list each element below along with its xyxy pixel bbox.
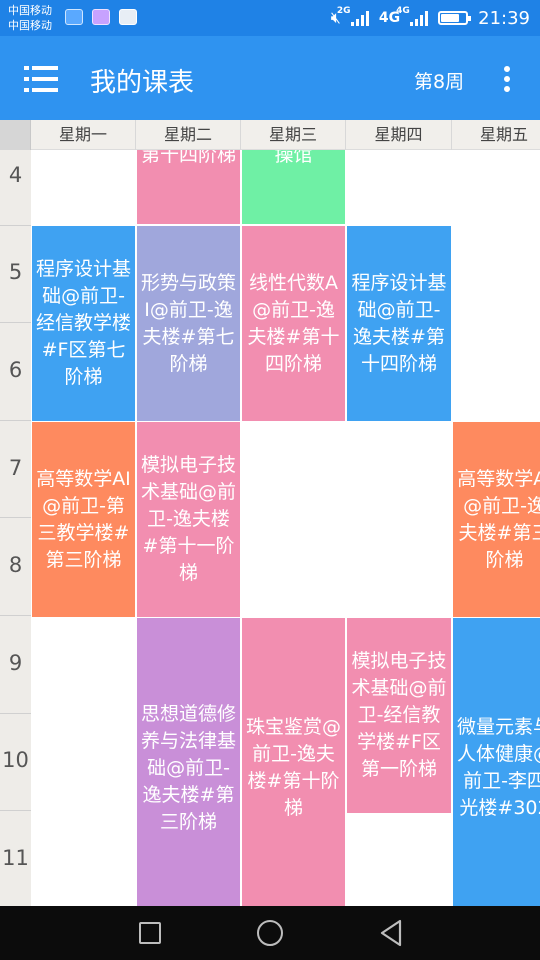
course-block[interactable]: 操馆 xyxy=(242,150,345,224)
period-number: 8 xyxy=(8,553,23,578)
timetable-board[interactable]: 第十四阶梯 操馆程序设计基础@前卫-经信教学楼#F区第七阶梯 形势与政策I@前卫-逸… xyxy=(31,150,540,906)
course-block[interactable]: 高等数学AI@前卫-第三教学楼#第三阶梯 xyxy=(32,422,135,617)
more-vert-icon[interactable] xyxy=(500,64,514,94)
battery-icon xyxy=(438,11,472,25)
weekday-label: 星期三 xyxy=(241,120,346,150)
course-block[interactable]: 高等数学AI@前卫-逸夫楼#第三阶梯 xyxy=(453,422,540,617)
course-block[interactable]: 第十四阶梯 xyxy=(137,150,240,224)
notification-app-icon xyxy=(65,9,83,25)
grid-corner xyxy=(0,120,31,150)
course-block[interactable]: 模拟电子技术基础@前卫-经信教学楼#F区第一阶梯 xyxy=(347,618,451,813)
clock: 21:39 xyxy=(478,7,530,29)
period-divider xyxy=(0,712,31,714)
back-icon[interactable] xyxy=(378,919,404,947)
course-label: 操馆 xyxy=(274,150,313,166)
period-number: 5 xyxy=(8,260,23,285)
app-bar: 我的课表 第8周 xyxy=(0,36,540,120)
period-number: 10 xyxy=(2,748,29,773)
course-label: 思想道德修养与法律基础@前卫-逸夫楼#第三阶梯 xyxy=(141,702,237,833)
period-divider xyxy=(0,322,31,324)
menu-icon[interactable] xyxy=(24,66,58,92)
status-indicators: 🔇︎ 2G 4G 4G 21:39 xyxy=(331,6,530,30)
page-title: 我的课表 xyxy=(90,68,195,98)
recent-apps-icon[interactable] xyxy=(139,922,161,944)
signal-icon: 2G xyxy=(337,6,369,26)
period-divider xyxy=(0,810,31,812)
weekday-label: 星期二 xyxy=(136,120,241,150)
course-block[interactable]: 微量元素与人体健康@前卫-李四光楼#302 xyxy=(453,618,540,906)
course-block[interactable]: 模拟电子技术基础@前卫-逸夫楼#第十一阶梯 xyxy=(137,422,240,617)
network-type-label-2: 4G xyxy=(396,6,410,16)
carrier-label-1: 中国移动 xyxy=(8,4,52,17)
period-number: 7 xyxy=(8,455,23,480)
signal-icon-2: 4G xyxy=(396,6,429,26)
course-label: 珠宝鉴赏@前卫-逸夫楼#第十阶梯 xyxy=(246,716,342,819)
period-divider xyxy=(0,615,31,616)
course-block[interactable]: 形势与政策I@前卫-逸夫楼#第七阶梯 xyxy=(137,226,240,421)
period-divider xyxy=(0,224,31,226)
period-number: 11 xyxy=(2,846,29,870)
course-label: 模拟电子技术基础@前卫-经信教学楼#F区第一阶梯 xyxy=(351,650,447,780)
course-block[interactable]: 程序设计基础@前卫-逸夫楼#第十四阶梯 xyxy=(347,226,451,421)
network-type-label: 2G xyxy=(336,6,351,16)
course-block[interactable]: 珠宝鉴赏@前卫-逸夫楼#第十阶梯 xyxy=(242,618,345,906)
status-bar: 中国移动 中国移动 🔇︎ 2G 4G 4G 21:39 xyxy=(0,0,540,36)
course-label: 高等数学AI@前卫-第三教学楼#第三阶梯 xyxy=(36,467,131,571)
period-divider xyxy=(0,517,31,519)
weekday-header: 星期一 星期二 星期三 星期四 星期五 xyxy=(31,120,540,150)
weekday-label: 星期五 xyxy=(452,120,540,150)
week-selector[interactable]: 第8周 xyxy=(414,67,464,94)
period-number: 9 xyxy=(8,650,23,675)
gallery-notification-icon xyxy=(92,9,110,25)
course-label: 第十四阶梯 xyxy=(141,150,237,166)
weather-notification-icon xyxy=(119,9,137,25)
course-block[interactable]: 线性代数A@前卫-逸夫楼#第十四阶梯 xyxy=(242,226,345,421)
course-label: 高等数学AI@前卫-逸夫楼#第三阶梯 xyxy=(457,467,540,571)
course-label: 微量元素与人体健康@前卫-李四光楼#302 xyxy=(457,716,540,819)
course-label: 形势与政策I@前卫-逸夫楼#第七阶梯 xyxy=(141,271,237,375)
course-block[interactable]: 思想道德修养与法律基础@前卫-逸夫楼#第三阶梯 xyxy=(137,618,240,906)
period-divider xyxy=(0,419,31,421)
period-number: 6 xyxy=(8,358,23,382)
course-label: 模拟电子技术基础@前卫-逸夫楼#第十一阶梯 xyxy=(141,454,237,584)
period-number: 4 xyxy=(8,162,23,187)
course-label: 程序设计基础@前卫-逸夫楼#第十四阶梯 xyxy=(351,271,447,375)
home-icon[interactable] xyxy=(257,920,283,946)
weekday-label: 星期一 xyxy=(31,120,136,150)
carrier-label-2: 中国移动 xyxy=(8,19,52,32)
course-label: 线性代数A@前卫-逸夫楼#第十四阶梯 xyxy=(247,271,340,375)
weekday-label: 星期四 xyxy=(346,120,452,150)
carrier-labels: 中国移动 中国移动 xyxy=(8,3,52,33)
period-column: 4 5 6 7 8 9 10 11 xyxy=(0,150,31,906)
navigation-bar xyxy=(0,906,540,960)
course-label: 程序设计基础@前卫-经信教学楼#F区第七阶梯 xyxy=(36,258,132,388)
course-block[interactable]: 程序设计基础@前卫-经信教学楼#F区第七阶梯 xyxy=(32,226,135,421)
